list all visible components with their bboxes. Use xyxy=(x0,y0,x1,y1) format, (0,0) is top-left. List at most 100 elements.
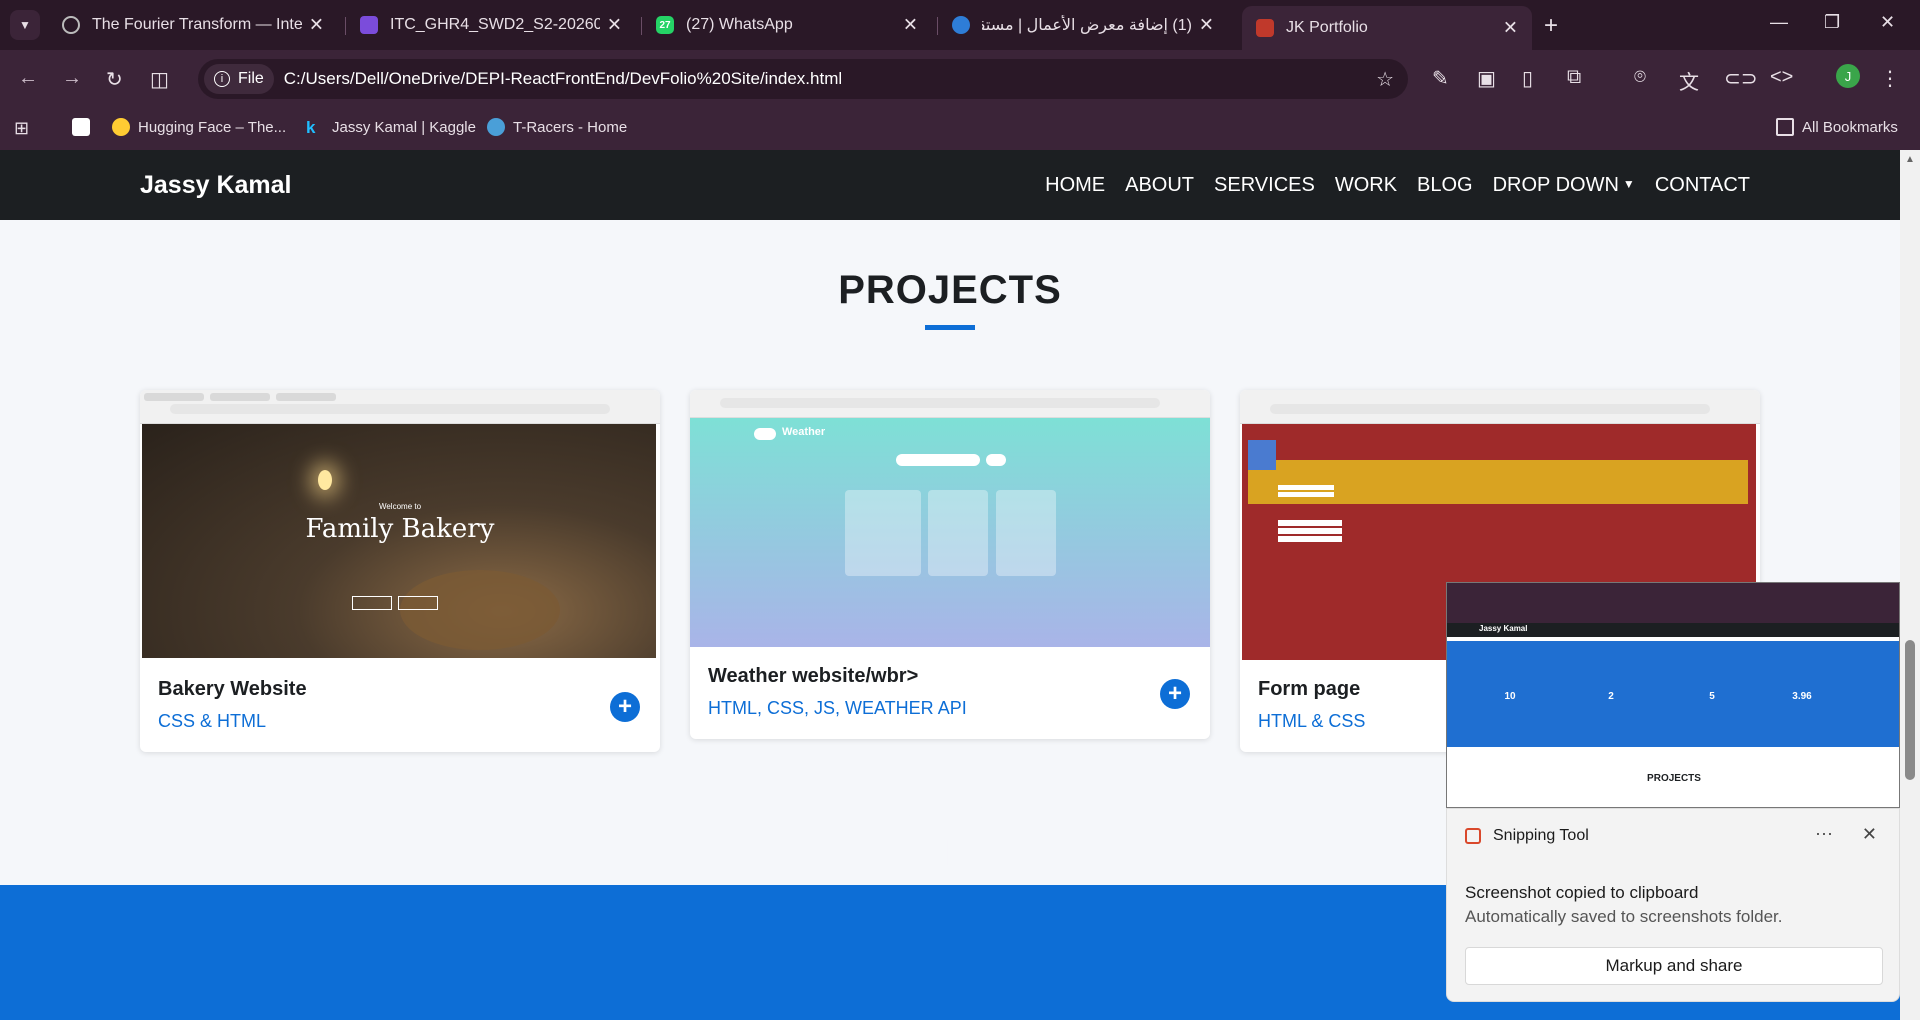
tumblr-icon xyxy=(72,118,90,136)
restore-icon[interactable]: ❐ xyxy=(1824,12,1840,33)
extensions-icon[interactable]: ⧉ xyxy=(1567,66,1581,89)
markup-and-share-button[interactable]: Markup and share xyxy=(1465,947,1883,985)
toast-title: Screenshot copied to clipboard xyxy=(1465,883,1699,902)
form-input-box xyxy=(1278,528,1342,534)
weather-preview-heading: Weather xyxy=(782,426,826,438)
folder-icon xyxy=(1776,118,1794,136)
scrollbar-thumb[interactable] xyxy=(1905,640,1915,780)
bookmark-tumblr[interactable] xyxy=(72,118,98,136)
url-text[interactable]: C:/Users/Dell/OneDrive/DEPI-ReactFrontEn… xyxy=(284,69,842,89)
nav-work[interactable]: WORK xyxy=(1335,174,1397,197)
nav-services[interactable]: SERVICES xyxy=(1214,174,1315,197)
tab-title: (27) WhatsApp xyxy=(686,16,793,33)
t-racers-icon xyxy=(487,118,505,136)
address-bar[interactable]: i File C:/Users/Dell/OneDrive/DEPI-React… xyxy=(198,59,1408,99)
snip-preview-thumbnail[interactable]: Jassy Kamal 10 2 5 3.96 PROJECTS xyxy=(1446,582,1900,808)
minimize-icon[interactable]: — xyxy=(1770,12,1788,33)
watermark-arabic: نفذلي xyxy=(848,758,1044,832)
link-icon[interactable]: ⊂⊃ xyxy=(1724,66,1758,91)
browser-toolbar: ← → ↻ ◫ i File C:/Users/Dell/OneDrive/DE… xyxy=(0,50,1920,108)
site-info-chip[interactable]: i File xyxy=(204,64,274,94)
bookmark-hugging-face[interactable]: Hugging Face – The... xyxy=(112,118,286,136)
tab-mostaql[interactable]: (1) إضافة معرض الأعمال | مستقل ✕ xyxy=(938,8,1228,42)
menu-dots-icon[interactable]: ⋮ xyxy=(1880,66,1900,91)
phone-icon[interactable]: ▯ xyxy=(1522,66,1533,91)
tab-fourier[interactable]: The Fourier Transform — Interac ✕ xyxy=(48,8,338,42)
all-bookmarks[interactable]: All Bookmarks xyxy=(1776,118,1898,136)
plus-icon[interactable]: + xyxy=(1160,679,1190,709)
more-options-icon[interactable]: ··· xyxy=(1815,823,1833,844)
bookmark-kaggle[interactable]: k Jassy Kamal | Kaggle xyxy=(306,118,476,137)
close-icon[interactable]: ✕ xyxy=(309,15,324,36)
screenshot-icon[interactable]: ⌾ xyxy=(1634,66,1646,89)
preview-section-title: PROJECTS xyxy=(1647,773,1701,784)
nav-home[interactable]: HOME xyxy=(1045,174,1105,197)
profile-avatar[interactable]: J xyxy=(1836,64,1860,88)
translate-icon[interactable]: 文 xyxy=(1679,66,1699,95)
site-brand[interactable]: Jassy Kamal xyxy=(140,171,292,200)
globe-icon xyxy=(62,16,80,34)
weather-search-button xyxy=(986,454,1006,466)
forecast-card xyxy=(928,490,988,576)
tab-itc[interactable]: ITC_GHR4_SWD2_S2-20260327 ✕ xyxy=(346,8,636,42)
close-icon[interactable]: ✕ xyxy=(1199,15,1214,36)
code-icon[interactable]: <> xyxy=(1770,66,1793,89)
preview-stat: 2 xyxy=(1608,691,1614,702)
tab-jk-portfolio[interactable]: JK Portfolio ✕ xyxy=(1242,6,1532,50)
plus-icon[interactable]: + xyxy=(610,692,640,722)
project-thumbnail[interactable]: Welcome to Family Bakery xyxy=(140,390,660,660)
eyedropper-icon[interactable]: ✎ xyxy=(1432,66,1449,91)
close-icon[interactable]: ✕ xyxy=(1503,18,1518,39)
reload-icon[interactable]: ↻ xyxy=(106,67,123,92)
bakery-preview-button xyxy=(398,596,438,610)
nav-about[interactable]: ABOUT xyxy=(1125,174,1194,197)
forecast-card xyxy=(996,490,1056,576)
chevron-down-icon: ▼ xyxy=(19,18,31,32)
title-underline xyxy=(925,325,975,330)
mostaql-icon xyxy=(952,16,970,34)
video-icon xyxy=(360,16,378,34)
whatsapp-icon: 27 xyxy=(656,16,674,34)
snipping-tool-notification: Snipping Tool ··· ✕ Screenshot copied to… xyxy=(1446,808,1900,1002)
form-input-box xyxy=(1278,536,1342,542)
form-header-band xyxy=(1248,460,1748,504)
window-close-icon[interactable]: ✕ xyxy=(1880,12,1895,33)
forward-arrow-icon[interactable]: → xyxy=(62,67,82,90)
page-scrollbar[interactable]: ▲ xyxy=(1900,150,1920,1020)
tab-title: The Fourier Transform — Interac xyxy=(92,16,302,33)
cloud-icon xyxy=(754,428,776,440)
scroll-up-icon[interactable]: ▲ xyxy=(1905,154,1915,165)
bakery-preview-button xyxy=(352,596,392,610)
reader-icon[interactable]: ▣ xyxy=(1477,66,1496,91)
thumbnail-browser-chrome xyxy=(140,390,660,424)
nav-blog[interactable]: BLOG xyxy=(1417,174,1473,197)
preview-stat: 3.96 xyxy=(1792,691,1812,702)
toast-app-name: Snipping Tool xyxy=(1493,827,1589,844)
back-arrow-icon[interactable]: ← xyxy=(18,67,38,90)
close-icon[interactable]: ✕ xyxy=(1862,824,1877,845)
preview-stat: 5 xyxy=(1709,691,1715,702)
preview-stat: 10 xyxy=(1504,691,1516,702)
tab-whatsapp[interactable]: 27 (27) WhatsApp ✕ xyxy=(642,8,932,42)
project-tech: CSS & HTML xyxy=(158,711,267,731)
nav-contact[interactable]: CONTACT xyxy=(1655,174,1750,197)
nav-dropdown[interactable]: DROP DOWN ▼ xyxy=(1493,174,1635,197)
project-card-bakery[interactable]: Welcome to Family Bakery Bakery Website … xyxy=(140,390,660,752)
new-tab-plus-icon[interactable]: + xyxy=(1544,12,1558,40)
bakery-basket xyxy=(400,570,560,650)
close-icon[interactable]: ✕ xyxy=(903,15,918,36)
all-bookmarks-label: All Bookmarks xyxy=(1802,118,1898,136)
apps-grid-icon[interactable]: ⊞ xyxy=(14,118,29,139)
preview-brand: Jassy Kamal xyxy=(1479,624,1528,633)
split-view-icon[interactable]: ◫ xyxy=(150,67,169,92)
bookmark-t-racers[interactable]: T-Racers - Home xyxy=(487,118,627,136)
bookmark-star-icon[interactable]: ☆ xyxy=(1376,67,1394,92)
bakery-preview-kicker: Welcome to xyxy=(378,502,422,511)
project-card-weather[interactable]: Weather Weather website/wbr> HTML, CSS, … xyxy=(690,390,1210,739)
tab-title: ITC_GHR4_SWD2_S2-20260327 xyxy=(390,16,600,33)
project-thumbnail[interactable]: Weather xyxy=(690,390,1210,647)
portfolio-favicon-icon xyxy=(1256,19,1274,37)
snipping-tool-icon xyxy=(1465,828,1481,844)
close-icon[interactable]: ✕ xyxy=(607,15,622,36)
tab-search-button[interactable]: ▼ xyxy=(10,10,40,40)
